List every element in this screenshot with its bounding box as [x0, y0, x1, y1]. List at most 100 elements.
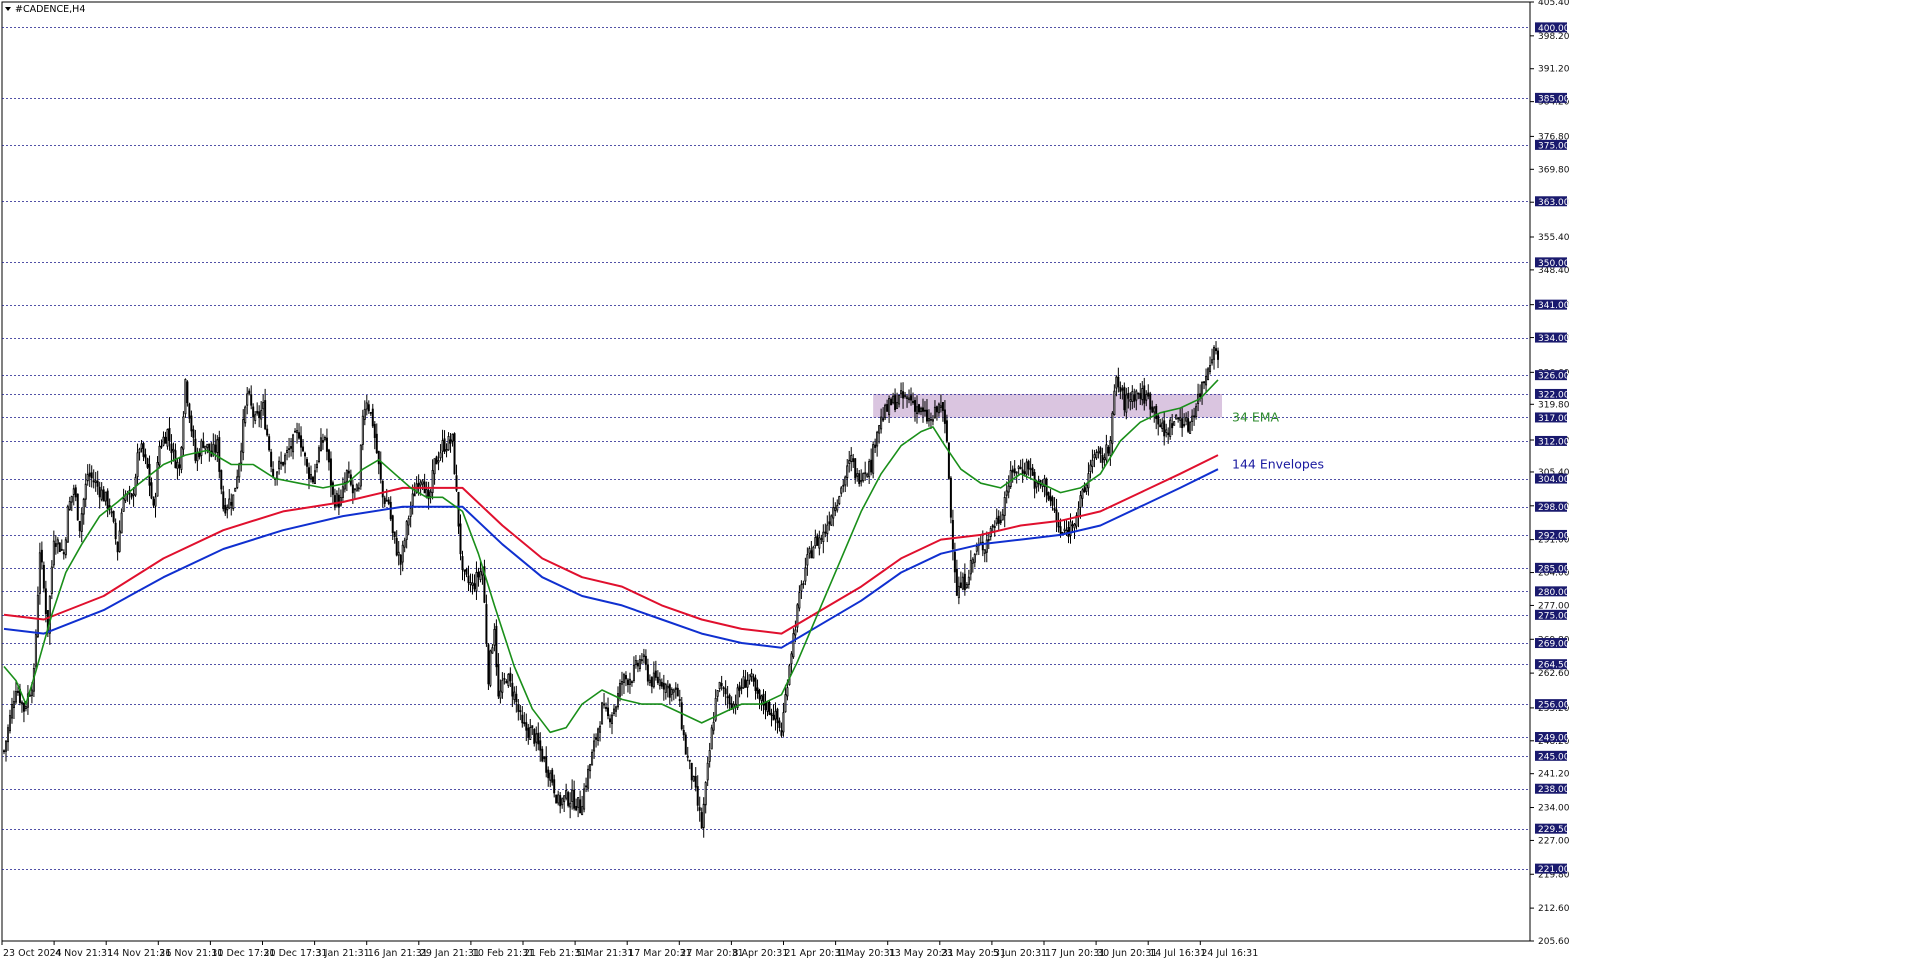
candle-bear [686, 755, 689, 758]
candle-bear [463, 569, 466, 572]
candle-bear [527, 727, 530, 738]
candle-bull [632, 665, 635, 681]
candle-bull [957, 585, 960, 599]
candle-bull [1141, 388, 1144, 401]
candle-bear [744, 679, 747, 688]
candle-bull [565, 790, 568, 799]
candle-bull [335, 493, 338, 507]
candle-bear [329, 458, 332, 487]
candle-bull [292, 434, 295, 453]
candle-bear [758, 689, 761, 700]
candle-bull [840, 487, 843, 494]
candle-bull [900, 390, 903, 395]
candle-bull [4, 740, 7, 752]
candle-bull [38, 552, 41, 594]
level-price-label: 304.00 [1538, 475, 1570, 485]
candle-bull [535, 733, 538, 743]
candle-bull [294, 430, 297, 433]
candle-bear [770, 712, 773, 716]
candle-bull [1213, 346, 1216, 360]
candle-bear [112, 511, 115, 522]
candle-bull [850, 454, 853, 462]
candle-bear [519, 710, 522, 713]
candle-bull [808, 548, 811, 554]
candle-bull [20, 701, 23, 705]
candle-bull [581, 806, 584, 816]
candle-bull [830, 515, 833, 526]
candle-bear [720, 683, 723, 687]
candle-bear [272, 468, 275, 477]
candle-bear [170, 443, 173, 454]
candle-bear [1119, 386, 1122, 392]
candle-bull [80, 513, 83, 532]
candle-bear [306, 459, 309, 467]
candle-bull [319, 437, 322, 452]
candle-bull [826, 524, 829, 535]
candle-bear [1177, 417, 1180, 420]
candle-bear [1083, 487, 1086, 493]
candle-bear [573, 789, 576, 809]
candle-bull [1183, 424, 1186, 426]
candle-bear [776, 708, 779, 724]
candle-bear [624, 675, 627, 680]
candle-bear [511, 682, 514, 697]
candle-bear [595, 737, 598, 740]
candle-bull [856, 473, 859, 477]
candle-bull [176, 461, 179, 469]
level-price-label: 221.00 [1538, 865, 1570, 875]
candle-bull [557, 794, 560, 804]
level-price-label: 341.00 [1538, 301, 1570, 311]
y-tick-label: 234.00 [1538, 804, 1570, 814]
candle-bull [405, 521, 408, 540]
candle-bear [941, 402, 944, 411]
candle-bull [28, 694, 31, 697]
candle-bull [216, 439, 219, 454]
candle-bull [226, 506, 229, 511]
y-tick-label: 355.40 [1538, 233, 1570, 243]
candle-bull [995, 517, 998, 524]
candle-bull [898, 394, 901, 405]
candle-bear [302, 446, 305, 452]
candle-bull [969, 560, 972, 575]
candle-bear [949, 477, 952, 518]
candle-bear [1057, 521, 1060, 528]
candle-bull [848, 459, 851, 464]
candle-bear [1199, 393, 1202, 398]
candle-bull [670, 688, 673, 695]
candle-bull [971, 558, 974, 564]
y-tick-label: 212.60 [1538, 904, 1570, 914]
candle-bull [232, 494, 235, 510]
candle-bear [264, 400, 267, 430]
candle-bull [138, 448, 141, 453]
candle-bear [473, 583, 476, 590]
candle-bear [728, 694, 731, 705]
candle-bear [351, 484, 354, 494]
candle-bull [933, 406, 936, 419]
candle-bull [353, 488, 356, 491]
level-price-label: 350.00 [1538, 259, 1570, 269]
candle-bear [726, 696, 729, 699]
x-tick-label: 23 Oct 2024 [3, 948, 62, 959]
candle-bear [399, 554, 402, 565]
candle-bull [1015, 471, 1018, 474]
candle-bear [700, 812, 703, 829]
x-tick-label: 8 Apr 20:31 [732, 948, 788, 959]
candle-bear [321, 440, 324, 443]
candle-bull [280, 461, 283, 465]
candle-bear [194, 438, 197, 461]
candle-bear [644, 655, 647, 665]
candle-bull [317, 447, 320, 462]
candle-bull [407, 518, 410, 526]
candle-bear [1151, 406, 1154, 413]
candle-bear [1049, 495, 1052, 502]
candle-bull [1169, 419, 1172, 437]
price-chart[interactable]: 405.40398.20391.20384.20376.80369.80362.… [0, 0, 1916, 963]
candle-bear [1123, 386, 1126, 411]
candle-bull [1161, 422, 1164, 429]
candle-bull [876, 431, 879, 447]
candle-bull [262, 402, 265, 410]
envelopes-144-label: 144 Envelopes [1232, 456, 1324, 471]
candle-bull [180, 446, 183, 470]
candle-bull [583, 788, 586, 810]
candle-bear [202, 440, 205, 448]
